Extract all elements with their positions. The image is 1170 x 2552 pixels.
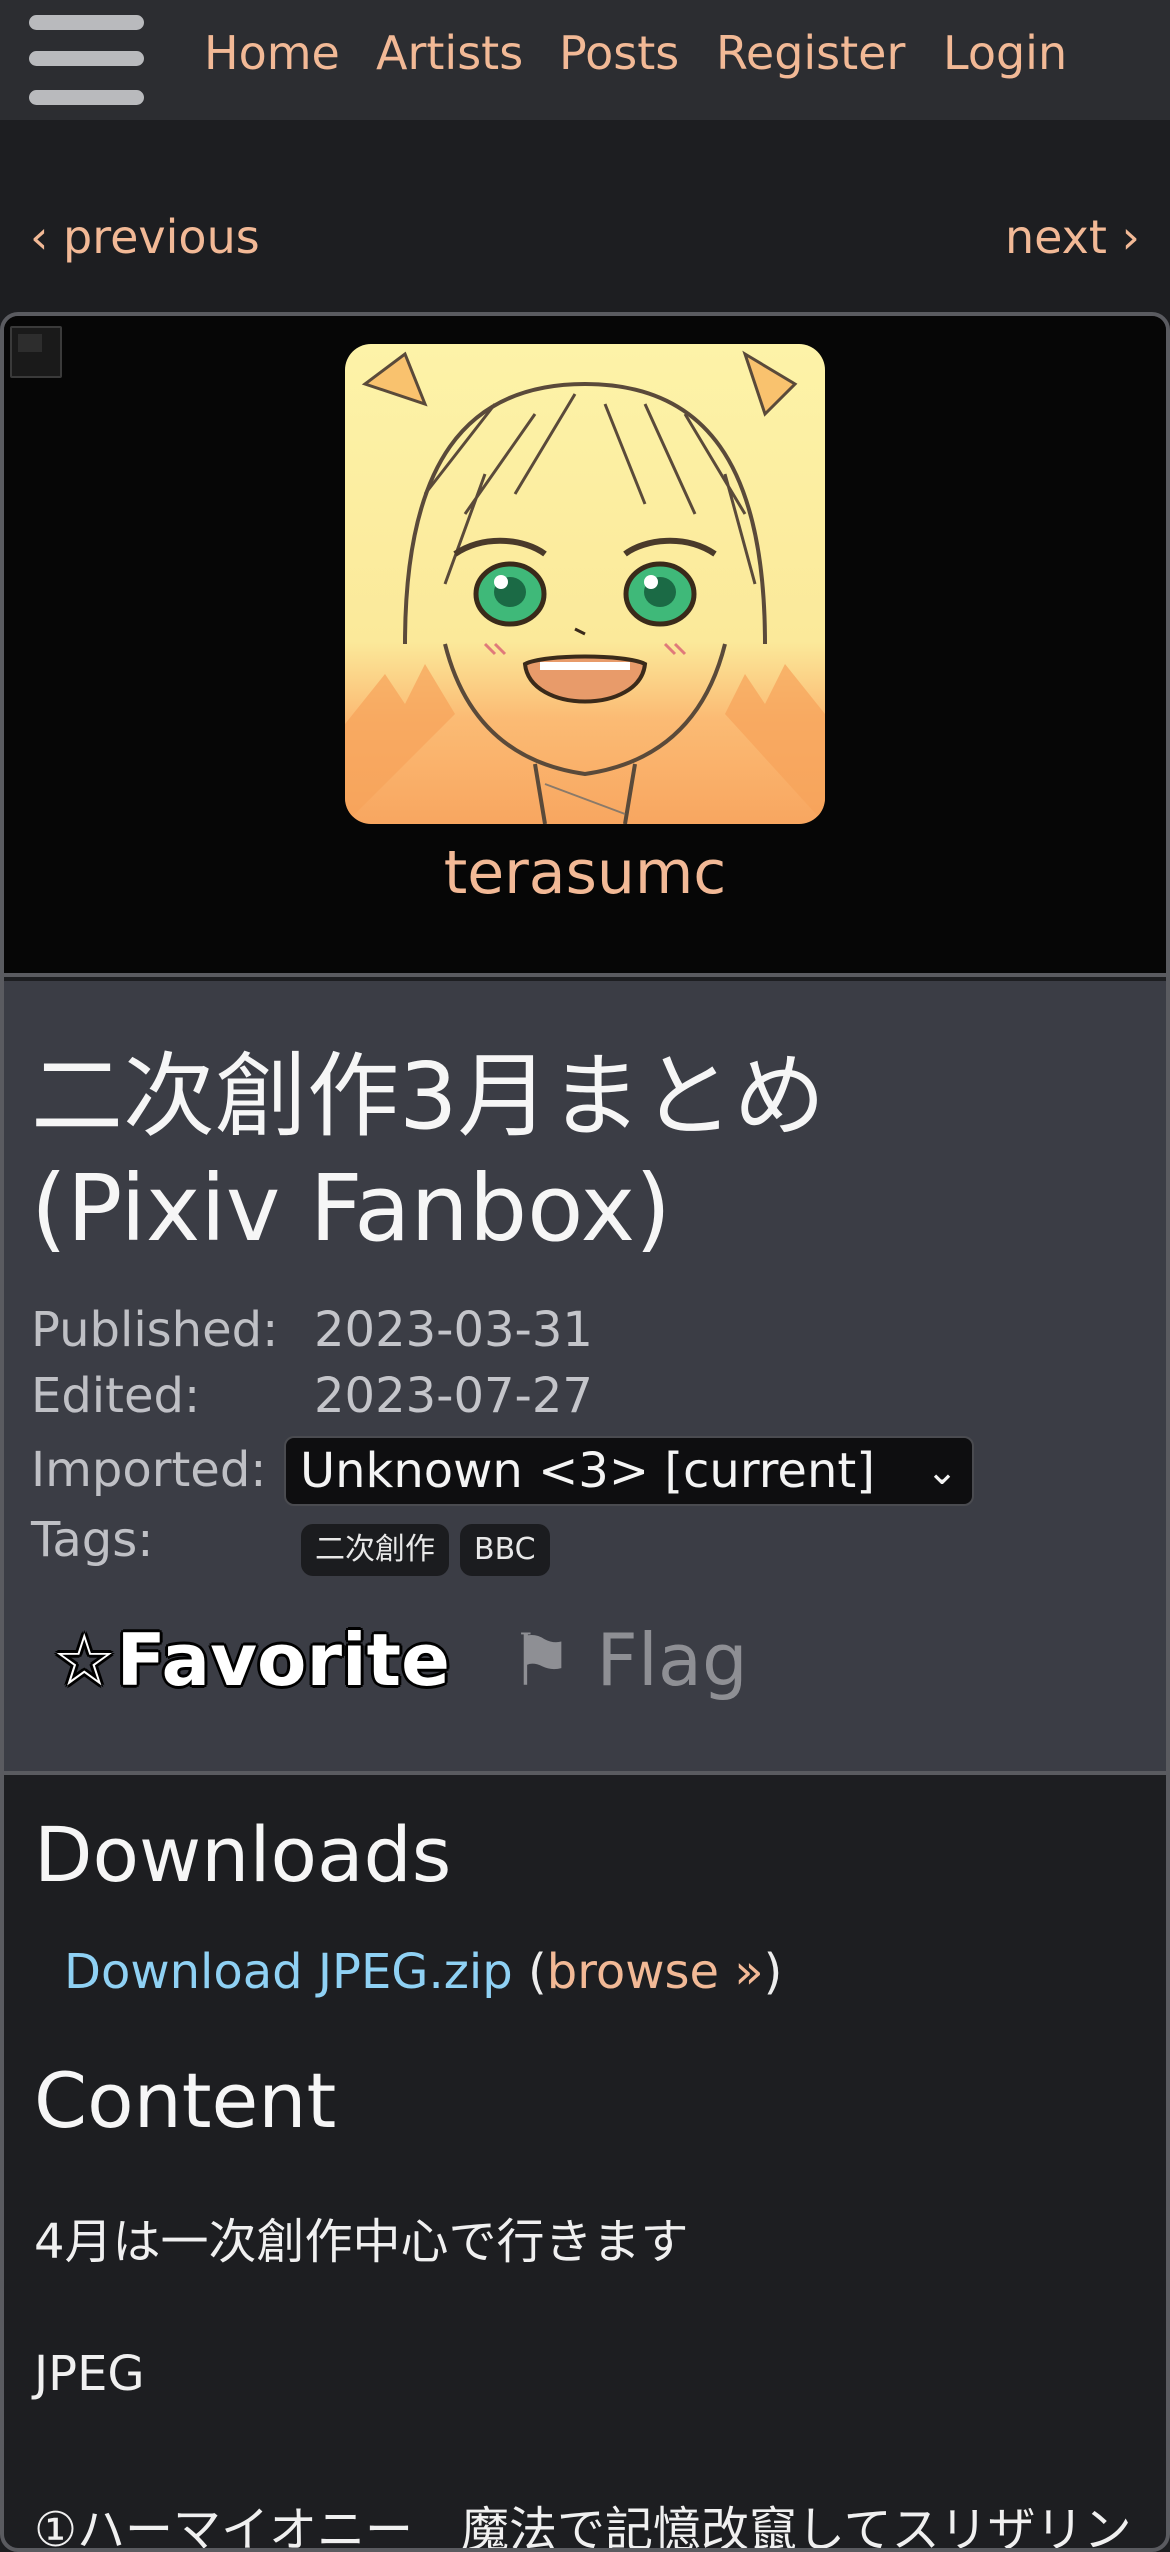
tags-label: Tags:	[31, 1512, 154, 1568]
open-paren: (	[528, 1944, 547, 2000]
previous-post-link[interactable]: ‹ previous	[30, 210, 260, 264]
tag-chip[interactable]: 二次創作	[301, 1524, 449, 1576]
content-heading: Content	[34, 2056, 337, 2145]
nav-register-link[interactable]: Register	[716, 26, 905, 80]
nav-home-link[interactable]: Home	[204, 26, 340, 80]
nav-login-link[interactable]: Login	[943, 26, 1067, 80]
import-version-select[interactable]: Unknown <3> [current] ⌄	[284, 1436, 974, 1506]
post-title-line-2: (Pixiv Fanbox)	[31, 1155, 671, 1262]
post-title: 二次創作3月まとめ (Pixiv Fanbox)	[31, 1041, 1131, 1265]
broken-banner-image-icon	[10, 326, 62, 378]
downloads-heading: Downloads	[34, 1810, 452, 1899]
download-file-link[interactable]: Download JPEG.zip	[64, 1944, 513, 2000]
browse-link[interactable]: browse »	[547, 1944, 764, 2000]
artist-avatar-illustration	[345, 344, 825, 824]
post-card: terasumc 二次創作3月まとめ (Pixiv Fanbox) Publis…	[0, 312, 1170, 2552]
close-paren: )	[763, 1944, 783, 2000]
next-post-link[interactable]: next ›	[1005, 210, 1140, 264]
import-version-selected: Unknown <3> [current]	[300, 1443, 875, 1499]
nav-artists-link[interactable]: Artists	[376, 26, 523, 80]
favorite-button[interactable]: ☆Favorite	[52, 1618, 450, 1702]
edited-label: Edited:	[31, 1368, 201, 1424]
hamburger-menu-icon[interactable]	[29, 15, 144, 105]
content-line: ①ハーマイオニー 魔法で記憶改竄してスリザリン	[34, 2502, 1132, 2552]
artist-avatar[interactable]	[345, 344, 825, 824]
post-title-line-1: 二次創作3月まとめ	[31, 1043, 826, 1150]
published-label: Published:	[31, 1302, 279, 1358]
published-date: 2023-03-31	[314, 1302, 593, 1358]
nav-posts-link[interactable]: Posts	[559, 26, 679, 80]
artist-banner[interactable]: terasumc	[4, 316, 1166, 977]
edited-date: 2023-07-27	[314, 1368, 593, 1424]
content-line: JPEG	[34, 2346, 145, 2402]
flag-button[interactable]: ⚑ Flag	[509, 1618, 748, 1702]
download-row: Download JPEG.zip (browse »)	[64, 1944, 782, 2000]
artist-name-link[interactable]: terasumc	[4, 838, 1166, 908]
top-navigation-bar: Home Artists Posts Register Login	[0, 0, 1170, 120]
tag-chip[interactable]: BBC	[460, 1524, 550, 1576]
content-line: 4月は一次創作中心で行きます	[34, 2214, 689, 2270]
chevron-down-icon: ⌄	[926, 1449, 958, 1493]
imported-label: Imported:	[31, 1442, 267, 1498]
